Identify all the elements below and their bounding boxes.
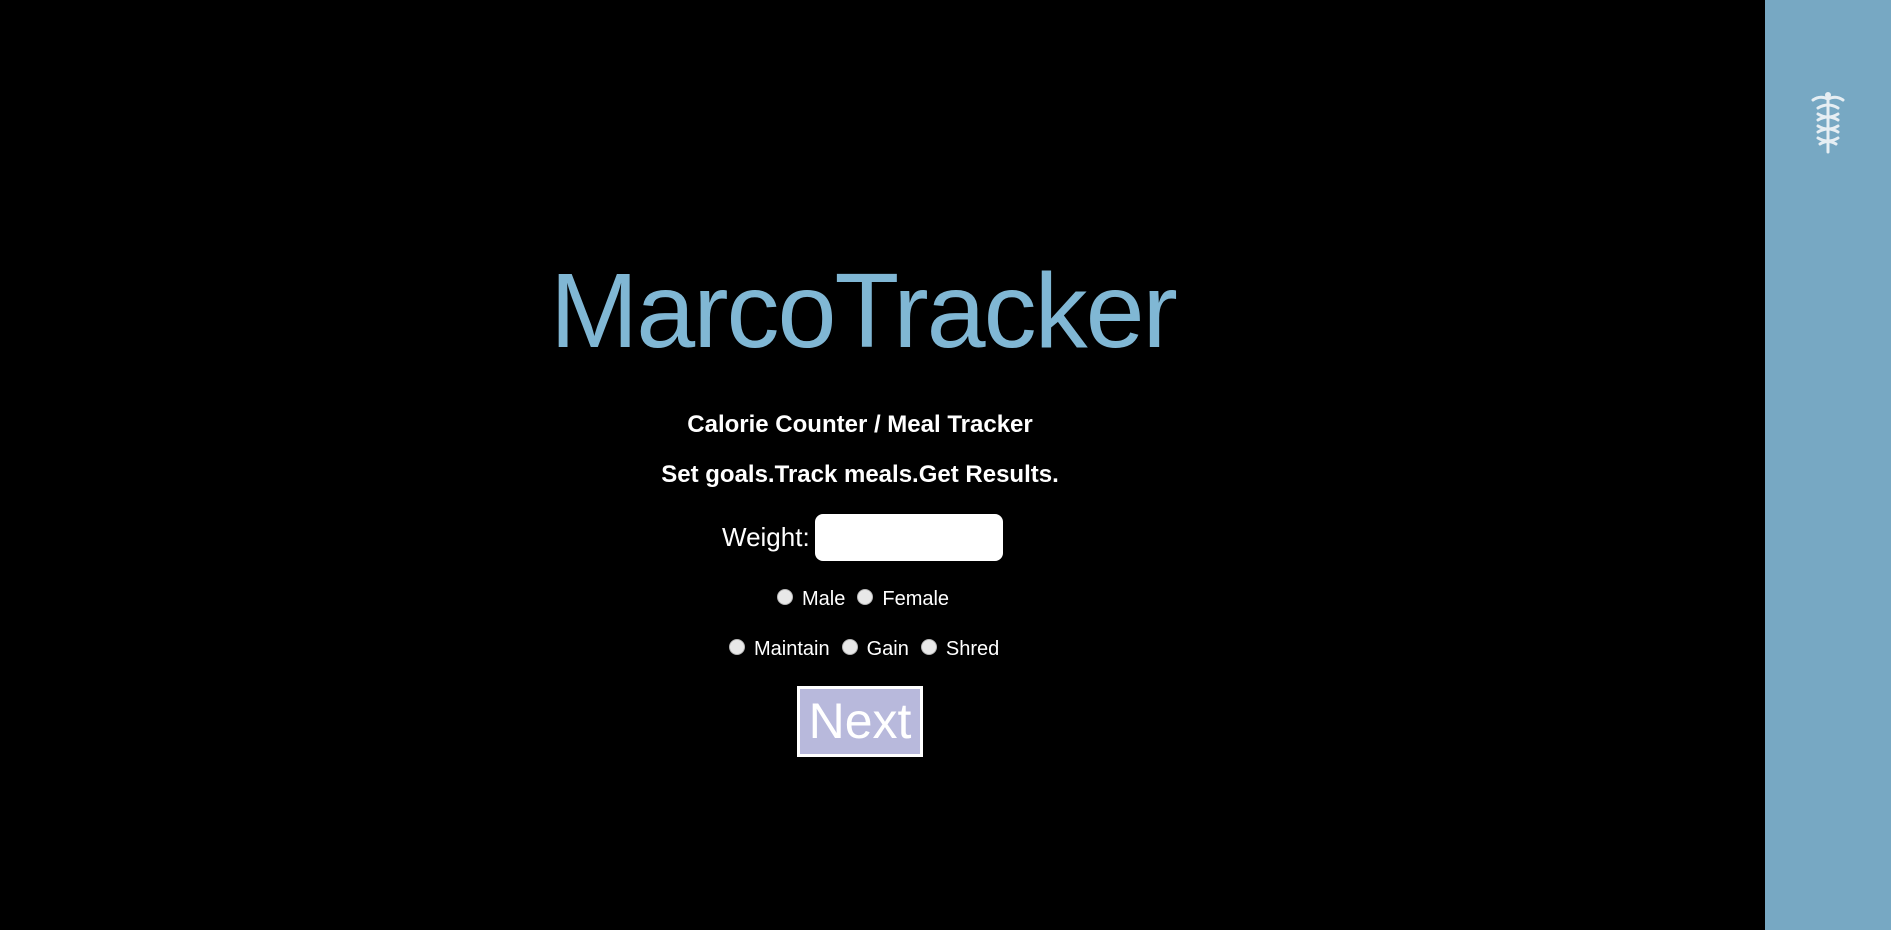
male-label[interactable]: Male — [802, 588, 845, 611]
gain-radio[interactable] — [841, 639, 858, 655]
caduceus-icon[interactable] — [1810, 90, 1846, 154]
shred-label[interactable]: Shred — [946, 638, 999, 661]
maintain-label[interactable]: Maintain — [754, 638, 830, 661]
page: MarcoTracker Calorie Counter / Meal Trac… — [0, 0, 1891, 930]
main-content: MarcoTracker Calorie Counter / Meal Trac… — [0, 0, 1765, 930]
shred-radio[interactable] — [920, 639, 937, 655]
male-radio[interactable] — [777, 589, 793, 605]
gain-label[interactable]: Gain — [867, 638, 909, 661]
maintain-radio[interactable] — [729, 639, 745, 655]
female-radio[interactable] — [857, 589, 874, 605]
tagline: Set goals.Track meals.Get Results. — [661, 461, 1059, 488]
female-label[interactable]: Female — [882, 588, 949, 611]
weight-input[interactable] — [814, 513, 1003, 561]
next-button[interactable]: Next — [797, 686, 923, 757]
weight-row: Weight: — [722, 513, 1003, 561]
weight-label: Weight: — [722, 521, 810, 552]
gender-radio-group: Male Female — [777, 587, 961, 611]
subtitle: Calorie Counter / Meal Tracker — [687, 411, 1033, 438]
goal-radio-group: Maintain Gain Shred — [729, 637, 1011, 661]
app-title: MarcoTracker — [550, 252, 1178, 370]
